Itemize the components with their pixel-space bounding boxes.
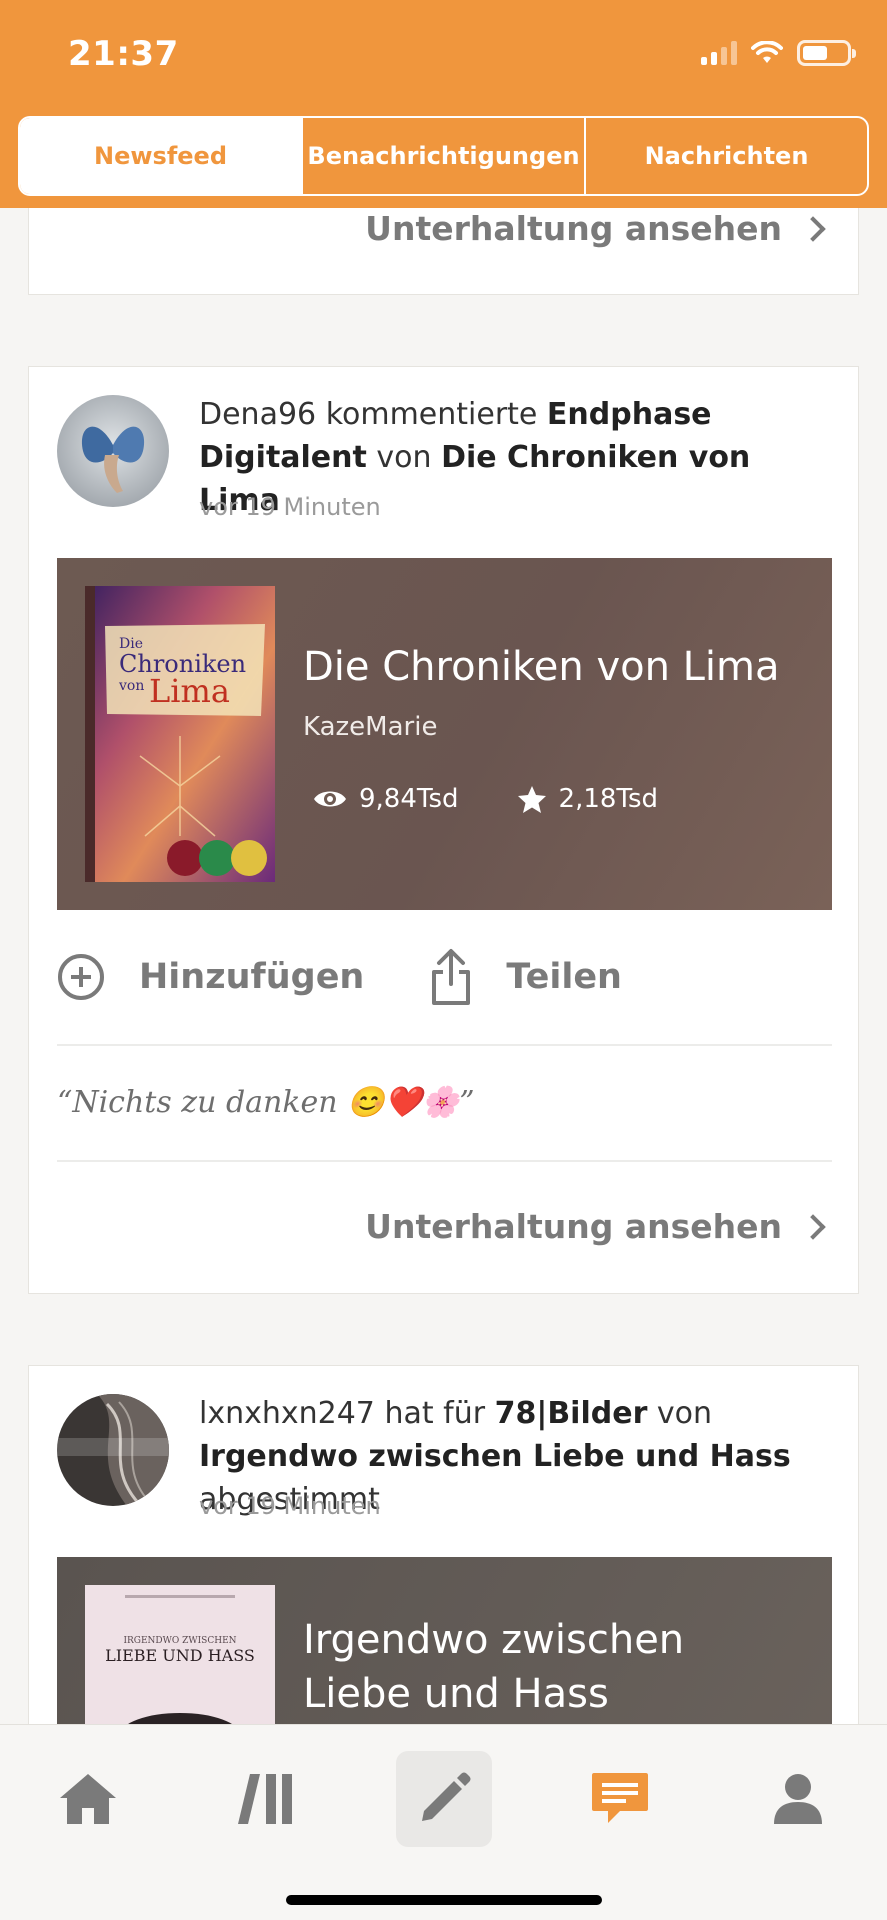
add-label: Hinzufügen [139, 957, 365, 997]
messages-icon [592, 1773, 648, 1823]
cover-line-2: LIEBE UND HASS [105, 1646, 255, 1665]
story-title[interactable]: Die Chroniken von Lima [303, 640, 803, 694]
activity-von: von [656, 1396, 713, 1431]
activity-verb: hat für [384, 1396, 486, 1431]
activity-time: vor 19 Minuten [199, 493, 381, 521]
nav-profile[interactable] [750, 1751, 846, 1847]
view-conversation-label: Unterhaltung ansehen [365, 1207, 782, 1246]
profile-icon [774, 1774, 822, 1824]
library-icon [238, 1774, 292, 1824]
view-conversation-link[interactable]: Unterhaltung ansehen [365, 209, 830, 248]
avatar[interactable] [57, 395, 169, 507]
view-conversation-link[interactable]: Unterhaltung ansehen [365, 1207, 830, 1246]
status-bar: 21:37 [0, 0, 887, 110]
chevron-right-icon [800, 1213, 826, 1240]
activity-story[interactable]: Irgendwo zwischen Liebe und Hass [199, 1439, 791, 1474]
cover-line-1: IRGENDWO ZWISCHEN [123, 1636, 236, 1646]
feed-tabs: Newsfeed Benachrichtigungen Nachrichten [18, 116, 869, 196]
star-icon [517, 786, 546, 813]
story-stats: 9,84Tsd 2,18Tsd [313, 784, 658, 814]
add-to-library-button[interactable]: Hinzufügen [57, 953, 364, 1001]
story-preview[interactable]: Die Chroniken von Lima Die Chroniken von… [57, 558, 832, 910]
home-icon [60, 1774, 116, 1824]
battery-icon [797, 40, 856, 66]
votes-count: 2,18Tsd [558, 784, 659, 814]
views-stat: 9,84Tsd [313, 784, 459, 814]
share-button[interactable]: Teilen [430, 948, 622, 1006]
status-time: 21:37 [68, 34, 179, 74]
home-indicator [286, 1895, 602, 1905]
tab-newsfeed[interactable]: Newsfeed [20, 118, 301, 194]
nav-write[interactable] [396, 1751, 492, 1847]
comment-quote[interactable]: “Nichts zu danken 😊❤️🌸” [57, 1085, 475, 1120]
activity-target[interactable]: 78|Bilder [495, 1396, 648, 1431]
feed-card-vote: lxnxhxn247 hat für 78|Bilder von Irgendw… [28, 1365, 859, 1797]
activity-verb: kommentierte [325, 397, 538, 432]
tab-messages[interactable]: Nachrichten [584, 118, 867, 194]
story-title[interactable]: Irgendwo zwischen Liebe und Hass [303, 1613, 803, 1721]
votes-stat: 2,18Tsd [517, 784, 659, 814]
bottom-nav [0, 1724, 887, 1920]
story-cover: Die Chroniken von Lima [85, 586, 275, 882]
nav-messages[interactable] [572, 1751, 668, 1847]
divider [57, 1044, 832, 1046]
nav-home[interactable] [40, 1751, 136, 1847]
views-count: 9,84Tsd [359, 784, 459, 814]
signal-icon [701, 41, 737, 65]
cover-word-von: von [118, 678, 144, 694]
eye-icon [314, 791, 346, 807]
status-icons [701, 40, 856, 66]
share-label: Teilen [506, 957, 622, 997]
activity-time: vor 19 Minuten [199, 1492, 381, 1520]
pencil-icon [422, 1772, 471, 1821]
activity-von: von [376, 440, 432, 475]
share-icon [432, 949, 471, 1005]
activity-user[interactable]: Dena96 [199, 397, 316, 432]
wifi-icon [751, 41, 783, 63]
view-conversation-label: Unterhaltung ansehen [365, 209, 782, 248]
feed-card-comment: Dena96 kommentierte Endphase Digitalent … [28, 366, 859, 1294]
cover-word-lima: Lima [149, 672, 230, 710]
divider [57, 1160, 832, 1162]
story-actions: Hinzufügen Teilen [57, 948, 622, 1006]
story-author[interactable]: KazeMarie [303, 712, 437, 742]
app-header: 21:37 Newsfeed Benachrichtigungen Nachri… [0, 0, 887, 208]
avatar[interactable] [57, 1394, 169, 1506]
activity-user[interactable]: lxnxhxn247 [199, 1396, 375, 1431]
nav-library[interactable] [218, 1751, 314, 1847]
plus-circle-icon [58, 954, 104, 1000]
chevron-right-icon [800, 215, 826, 242]
tab-notifications[interactable]: Benachrichtigungen [301, 118, 584, 194]
